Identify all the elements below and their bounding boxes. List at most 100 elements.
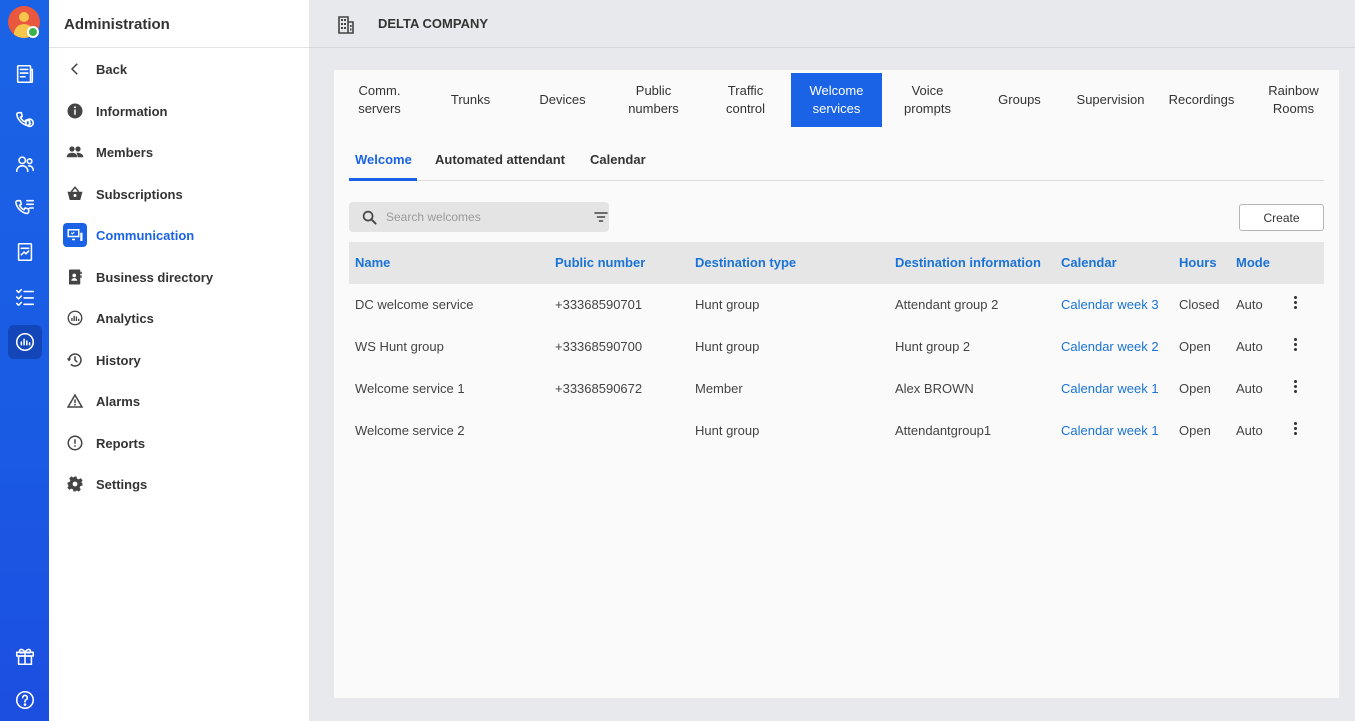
sidebar-item-information[interactable]: Information — [64, 100, 168, 122]
gear-icon — [64, 473, 86, 495]
table-header: Name Public number Destination type Dest… — [349, 242, 1324, 284]
filter-icon[interactable] — [594, 211, 608, 223]
directory-icon — [64, 266, 86, 288]
people-icon — [64, 141, 86, 163]
sidebar-item-back[interactable]: Back — [64, 58, 127, 80]
tab-voice-prompts[interactable]: Voice prompts — [882, 73, 973, 127]
sidebar-title: Administration — [49, 0, 309, 48]
search-box — [349, 202, 609, 232]
sidebar-item-subscriptions[interactable]: Subscriptions — [64, 183, 183, 205]
tab-comm-servers[interactable]: Comm. servers — [334, 73, 425, 127]
company-name: DELTA COMPANY — [378, 16, 489, 31]
table-row[interactable]: Welcome service 1 +33368590672 Member Al… — [349, 368, 1324, 410]
column-header-name[interactable]: Name — [355, 255, 390, 270]
contacts-icon[interactable] — [12, 151, 38, 177]
tab-supervision[interactable]: Supervision — [1065, 73, 1156, 127]
column-header-public-number[interactable]: Public number — [555, 255, 645, 270]
calendar-link[interactable]: Calendar week 1 — [1061, 423, 1159, 438]
sidebar-item-business-directory[interactable]: Business directory — [64, 266, 213, 288]
cell-hours: Open — [1179, 381, 1211, 396]
help-icon[interactable] — [12, 687, 38, 713]
tab-public-numbers[interactable]: Public numbers — [608, 73, 699, 127]
tab-traffic-control[interactable]: Traffic control — [700, 73, 791, 127]
search-icon — [362, 210, 377, 225]
cell-hours: Closed — [1179, 297, 1220, 312]
column-header-destination-information[interactable]: Destination information — [895, 255, 1041, 270]
warning-icon — [64, 390, 86, 412]
more-options-icon[interactable] — [1294, 338, 1298, 354]
cell-hours: Open — [1179, 423, 1211, 438]
sidebar-item-label: Communication — [96, 227, 195, 243]
cell-name: Welcome service 2 — [355, 423, 465, 438]
more-options-icon[interactable] — [1294, 380, 1298, 396]
subtab-welcome[interactable]: Welcome — [355, 152, 412, 167]
sidebar-item-alarms[interactable]: Alarms — [64, 390, 140, 412]
cell-destination-information: Attendant group 2 — [895, 297, 999, 312]
search-input[interactable] — [386, 208, 566, 226]
sidebar-item-label: Analytics — [96, 310, 154, 326]
cell-destination-information: Hunt group 2 — [895, 339, 971, 354]
more-options-icon[interactable] — [1294, 296, 1298, 312]
administration-icon[interactable] — [8, 325, 42, 359]
sidebar-item-label: History — [96, 352, 141, 368]
app-rail — [0, 0, 49, 721]
sidebar-item-members[interactable]: Members — [64, 141, 153, 163]
subtab-automated-attendant[interactable]: Automated attendant — [435, 152, 565, 167]
sidebar-item-label: Reports — [96, 435, 146, 451]
tab-trunks[interactable]: Trunks — [425, 73, 516, 127]
online-status-badge — [27, 26, 39, 38]
column-header-destination-type[interactable]: Destination type — [695, 255, 796, 270]
sidebar-item-label: Members — [96, 144, 154, 160]
header-bar: DELTA COMPANY — [309, 0, 1355, 48]
column-header-calendar[interactable]: Calendar — [1061, 255, 1117, 270]
basket-icon — [64, 183, 86, 205]
sidebar-item-label: Alarms — [96, 393, 141, 409]
cell-mode: Auto — [1236, 423, 1263, 438]
chevron-left-icon — [64, 58, 86, 80]
document-icon[interactable] — [12, 239, 38, 265]
cell-name: DC welcome service — [355, 297, 474, 312]
cell-destination-type: Hunt group — [695, 339, 760, 354]
sidebar-item-history[interactable]: History — [64, 349, 141, 371]
tab-rainbow-rooms[interactable]: Rainbow Rooms — [1248, 73, 1339, 127]
sidebar-item-label: Settings — [96, 476, 148, 492]
sidebar-item-label: Business directory — [96, 269, 214, 285]
table-row[interactable]: WS Hunt group +33368590700 Hunt group Hu… — [349, 326, 1324, 368]
create-button[interactable]: Create — [1239, 204, 1324, 231]
gift-icon[interactable] — [12, 643, 38, 669]
cell-destination-type: Hunt group — [695, 423, 760, 438]
table-row[interactable]: Welcome service 2 Hunt group Attendantgr… — [349, 410, 1324, 452]
analytics-icon — [64, 307, 86, 329]
subtab-bar: Welcome Automated attendant Calendar — [349, 144, 1324, 181]
admin-sidebar: Administration Back Information Members … — [49, 0, 309, 721]
column-header-mode[interactable]: Mode — [1236, 255, 1270, 270]
column-header-hours[interactable]: Hours — [1179, 255, 1217, 270]
call-list-icon[interactable] — [12, 195, 38, 221]
more-options-icon[interactable] — [1294, 422, 1298, 438]
sidebar-item-communication[interactable]: Communication — [63, 223, 195, 247]
communication-icon — [63, 223, 87, 247]
calendar-link[interactable]: Calendar week 1 — [1061, 381, 1159, 396]
sidebar-item-analytics[interactable]: Analytics — [64, 307, 154, 329]
cell-destination-information: Attendantgroup1 — [895, 423, 992, 438]
sidebar-item-reports[interactable]: Reports — [64, 432, 145, 454]
cell-hours: Open — [1179, 339, 1211, 354]
sidebar-item-label: Subscriptions — [96, 186, 183, 202]
cell-public-number: +33368590700 — [555, 339, 643, 354]
table-row[interactable]: DC welcome service +33368590701 Hunt gro… — [349, 284, 1324, 326]
tab-recordings[interactable]: Recordings — [1156, 73, 1247, 127]
news-icon[interactable] — [12, 61, 38, 87]
subtab-calendar[interactable]: Calendar — [590, 152, 646, 167]
sidebar-item-settings[interactable]: Settings — [64, 473, 147, 495]
cell-name: Welcome service 1 — [355, 381, 465, 396]
cell-mode: Auto — [1236, 381, 1263, 396]
active-subtab-indicator — [349, 178, 417, 181]
tab-devices[interactable]: Devices — [517, 73, 608, 127]
tab-groups[interactable]: Groups — [974, 73, 1065, 127]
tab-welcome-services[interactable]: Welcome services — [791, 73, 882, 127]
cell-mode: Auto — [1236, 339, 1263, 354]
tasks-icon[interactable] — [12, 284, 38, 310]
call-history-icon[interactable] — [12, 107, 38, 133]
calendar-link[interactable]: Calendar week 2 — [1061, 339, 1159, 354]
calendar-link[interactable]: Calendar week 3 — [1061, 297, 1159, 312]
